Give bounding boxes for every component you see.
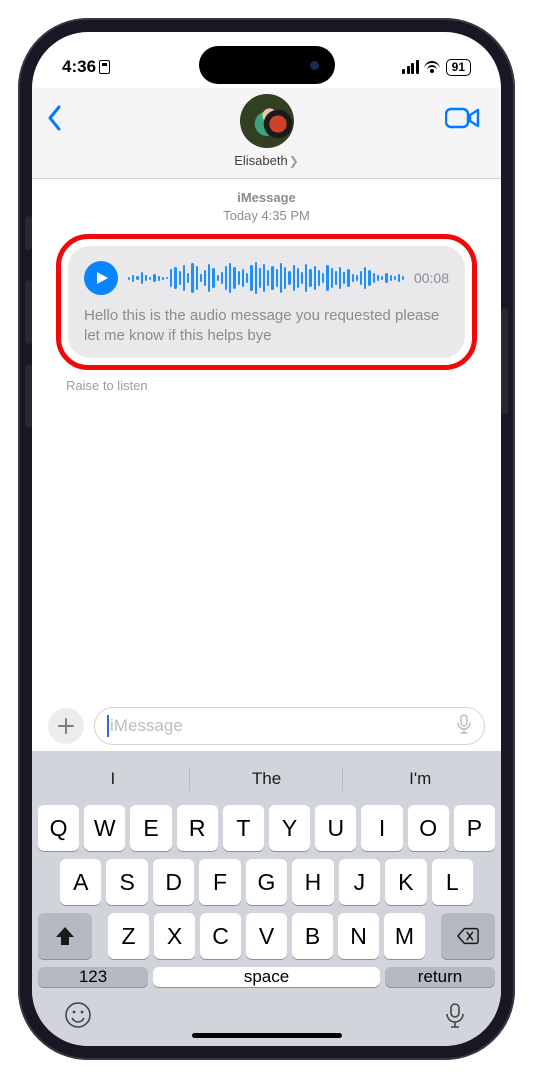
key-o[interactable]: O: [408, 805, 449, 851]
battery-indicator: 91: [446, 59, 471, 76]
side-button: [25, 216, 32, 250]
key-g[interactable]: G: [246, 859, 287, 905]
contact-name[interactable]: Elisabeth ❯: [234, 153, 299, 168]
key-v[interactable]: V: [246, 913, 287, 959]
key-s[interactable]: S: [106, 859, 147, 905]
back-button[interactable]: [46, 104, 64, 137]
keyboard: ITheI'm QWERTYUIOP ASDFGHJKL ZXCVBNM 123…: [32, 751, 501, 1046]
key-f[interactable]: F: [199, 859, 240, 905]
phone-frame: 4:36 91 Elisabeth ❯: [18, 18, 515, 1060]
numbers-key[interactable]: 123: [38, 967, 148, 987]
shift-key[interactable]: [38, 913, 92, 959]
home-indicator[interactable]: [192, 1033, 342, 1038]
attach-button[interactable]: [48, 708, 84, 744]
play-button[interactable]: [84, 261, 118, 295]
key-x[interactable]: X: [154, 913, 195, 959]
message-input[interactable]: iMessage: [94, 707, 485, 745]
wifi-icon: [424, 61, 441, 73]
screen: 4:36 91 Elisabeth ❯: [32, 32, 501, 1046]
suggestion[interactable]: The: [190, 757, 344, 801]
clock: 4:36: [62, 57, 96, 77]
return-key[interactable]: return: [385, 967, 495, 987]
volume-up-button: [25, 280, 32, 344]
key-e[interactable]: E: [130, 805, 171, 851]
raise-to-listen-hint: Raise to listen: [66, 378, 501, 393]
key-h[interactable]: H: [292, 859, 333, 905]
key-c[interactable]: C: [200, 913, 241, 959]
key-j[interactable]: J: [339, 859, 380, 905]
key-a[interactable]: A: [60, 859, 101, 905]
message-thread: iMessage Today 4:35 PM 00:08 Hello this …: [32, 179, 501, 699]
volume-down-button: [25, 364, 32, 428]
compose-bar: iMessage: [32, 699, 501, 751]
sim-icon: [99, 60, 110, 74]
cellular-icon: [402, 60, 419, 74]
space-key[interactable]: space: [153, 967, 380, 987]
key-m[interactable]: M: [384, 913, 425, 959]
key-k[interactable]: K: [385, 859, 426, 905]
audio-waveform[interactable]: [128, 260, 404, 296]
key-w[interactable]: W: [84, 805, 125, 851]
thread-timestamp: iMessage Today 4:35 PM: [32, 189, 501, 224]
dictation-key[interactable]: [441, 1001, 469, 1034]
text-caret: [107, 715, 109, 737]
power-button: [501, 308, 508, 414]
conversation-header: Elisabeth ❯: [32, 88, 501, 179]
suggestion[interactable]: I'm: [343, 757, 497, 801]
key-y[interactable]: Y: [269, 805, 310, 851]
key-r[interactable]: R: [177, 805, 218, 851]
facetime-button[interactable]: [445, 104, 481, 137]
key-u[interactable]: U: [315, 805, 356, 851]
dictation-icon[interactable]: [456, 714, 472, 739]
backspace-key[interactable]: [441, 913, 495, 959]
annotation-highlight: 00:08 Hello this is the audio message yo…: [56, 234, 477, 370]
audio-duration: 00:08: [414, 270, 449, 286]
key-z[interactable]: Z: [108, 913, 149, 959]
chevron-right-icon: ❯: [289, 154, 299, 168]
key-q[interactable]: Q: [38, 805, 79, 851]
key-b[interactable]: B: [292, 913, 333, 959]
emoji-key[interactable]: [64, 1001, 92, 1034]
message-placeholder: iMessage: [110, 716, 183, 736]
key-p[interactable]: P: [454, 805, 495, 851]
audio-message-bubble[interactable]: 00:08 Hello this is the audio message yo…: [68, 246, 465, 358]
audio-transcript: Hello this is the audio message you requ…: [84, 306, 449, 346]
key-i[interactable]: I: [361, 805, 402, 851]
suggestion[interactable]: I: [36, 757, 190, 801]
contact-avatar[interactable]: [240, 94, 294, 148]
dynamic-island: [199, 46, 335, 84]
key-n[interactable]: N: [338, 913, 379, 959]
key-d[interactable]: D: [153, 859, 194, 905]
key-l[interactable]: L: [432, 859, 473, 905]
key-t[interactable]: T: [223, 805, 264, 851]
